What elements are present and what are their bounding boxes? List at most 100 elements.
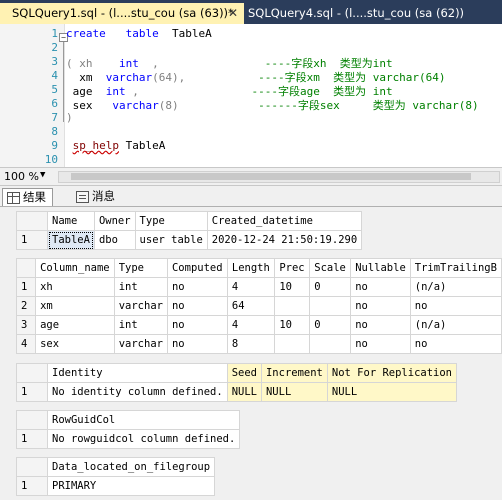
grid-cell[interactable]: No rowguidcol column defined. <box>46 429 241 449</box>
tab-results[interactable]: 结果 <box>2 188 53 206</box>
tab-results-label: 结果 <box>23 190 46 204</box>
column-header[interactable]: Type <box>134 211 208 231</box>
row-number[interactable]: 1 <box>16 382 48 402</box>
code-line-9: sp_help TableA <box>66 139 166 152</box>
table-row: 3 age int no 4 10 0 no (n/a) <box>15 315 502 335</box>
grid-cell[interactable]: int <box>113 315 168 335</box>
line-number: 4 <box>51 69 58 82</box>
column-header[interactable]: Data_located_on_filegroup <box>46 457 216 477</box>
grid-cell[interactable]: 64 <box>226 296 276 316</box>
column-header[interactable]: Not For Replication <box>326 363 458 383</box>
chevron-down-icon[interactable]: ▼ <box>40 170 45 180</box>
grid-cell[interactable]: user table <box>134 230 208 250</box>
row-number[interactable]: 1 <box>15 277 37 297</box>
column-header[interactable]: Scale <box>309 258 352 278</box>
column-header[interactable]: Name <box>47 211 95 231</box>
row-number[interactable]: 2 <box>15 296 37 316</box>
table-row: 2 xm varchar no 64 no no <box>15 296 502 316</box>
column-header[interactable]: Increment <box>260 363 328 383</box>
column-header[interactable]: Type <box>113 258 168 278</box>
table-row: 1 TableA dbo user table 2020-12-24 21:50… <box>16 230 363 250</box>
grid-cell[interactable]: varchar <box>113 296 168 316</box>
tab-messages[interactable]: 消息 <box>72 188 121 205</box>
column-header[interactable]: Prec <box>274 258 311 278</box>
column-header[interactable]: Identity <box>47 363 228 383</box>
row-number[interactable]: 4 <box>15 334 37 354</box>
grid-cell[interactable]: no <box>350 296 411 316</box>
row-header-corner[interactable] <box>16 211 48 231</box>
grid-cell[interactable]: NULL <box>326 382 458 402</box>
grid-cell[interactable]: no <box>166 277 228 297</box>
column-header[interactable]: TrimTrailingB <box>409 258 502 278</box>
column-header[interactable]: Seed <box>226 363 262 383</box>
header-row: Column_name Type Computed Length Prec Sc… <box>15 258 502 278</box>
row-header-corner[interactable] <box>16 410 48 430</box>
grid-cell[interactable]: 4 <box>226 315 276 335</box>
grid-cell[interactable]: (n/a) <box>409 315 502 335</box>
line-number: 3 <box>51 55 58 68</box>
grid-cell[interactable] <box>309 334 352 354</box>
column-header[interactable]: Length <box>226 258 276 278</box>
result-grid-3: Identity Seed Increment Not For Replicat… <box>16 363 458 402</box>
column-header[interactable]: Owner <box>93 211 136 231</box>
grid-cell[interactable]: 2020-12-24 21:50:19.290 <box>206 230 363 250</box>
tab-sqlquery1[interactable]: SQLQuery1.sql - (l....stu_cou (sa (63))*… <box>0 3 244 24</box>
message-icon <box>76 191 89 203</box>
grid-cell[interactable]: (n/a) <box>409 277 502 297</box>
grid-cell[interactable]: xm <box>35 296 115 316</box>
grid-cell[interactable]: TableA <box>47 230 95 250</box>
grid-cell[interactable]: no <box>166 296 228 316</box>
grid-cell[interactable]: varchar <box>113 334 168 354</box>
grid-cell[interactable]: no <box>350 315 411 335</box>
grid-cell[interactable]: xh <box>35 277 115 297</box>
grid-cell[interactable] <box>274 296 311 316</box>
grid-cell[interactable]: no <box>409 296 502 316</box>
horizontal-scrollbar[interactable] <box>58 171 500 183</box>
grid-cell[interactable]: no <box>350 277 411 297</box>
document-tab-bar: SQLQuery1.sql - (l....stu_cou (sa (63))*… <box>0 0 502 24</box>
grid-cell[interactable]: no <box>166 334 228 354</box>
keyword-table: table <box>125 27 159 40</box>
row-number[interactable]: 1 <box>16 230 48 250</box>
tab-sqlquery4[interactable]: SQLQuery4.sql - (l....stu_cou (sa (62)) <box>248 3 502 24</box>
grid-cell[interactable]: NULL <box>260 382 328 402</box>
grid-cell[interactable]: no <box>350 334 411 354</box>
grid-cell[interactable]: NULL <box>226 382 262 402</box>
column-header[interactable]: Created_datetime <box>206 211 363 231</box>
grid-cell[interactable]: no <box>409 334 502 354</box>
column-header[interactable]: RowGuidCol <box>46 410 241 430</box>
zoom-level[interactable]: 100 % <box>4 170 39 183</box>
grid-cell[interactable]: No identity column defined. <box>47 382 228 402</box>
row-header-corner[interactable] <box>16 457 48 477</box>
grid-cell[interactable] <box>309 296 352 316</box>
line-number: 5 <box>51 83 58 96</box>
query-editor[interactable]: 1 2 3 4 5 6 7 8 9 10 − create table Tabl… <box>0 24 502 167</box>
grid-cell[interactable]: sex <box>35 334 115 354</box>
close-icon[interactable]: ✕ <box>228 3 238 24</box>
column-header[interactable]: Nullable <box>350 258 411 278</box>
row-number[interactable]: 3 <box>15 315 37 335</box>
grid-cell[interactable]: no <box>166 315 228 335</box>
header-row: RowGuidCol <box>16 410 241 430</box>
grid-cell[interactable]: dbo <box>93 230 136 250</box>
grid-cell[interactable]: 10 <box>274 315 311 335</box>
grid-cell[interactable]: 8 <box>226 334 276 354</box>
column-header[interactable]: Computed <box>166 258 228 278</box>
row-number[interactable]: 1 <box>16 476 48 496</box>
result-grid-4: RowGuidCol 1 No rowguidcol column define… <box>16 410 241 449</box>
row-header-corner[interactable] <box>15 258 37 278</box>
column-header[interactable]: Column_name <box>35 258 115 278</box>
grid-cell[interactable]: PRIMARY <box>46 476 216 496</box>
row-number[interactable]: 1 <box>16 429 48 449</box>
scrollbar-thumb[interactable] <box>71 173 471 180</box>
grid-cell[interactable]: age <box>35 315 115 335</box>
row-header-corner[interactable] <box>16 363 48 383</box>
column-name: sex <box>72 99 93 112</box>
grid-cell[interactable]: 0 <box>309 315 352 335</box>
line-number: 1 <box>51 27 58 40</box>
grid-cell[interactable] <box>274 334 311 354</box>
grid-cell[interactable]: 0 <box>309 277 352 297</box>
grid-cell[interactable]: 4 <box>226 277 276 297</box>
grid-cell[interactable]: int <box>113 277 168 297</box>
grid-cell[interactable]: 10 <box>274 277 311 297</box>
